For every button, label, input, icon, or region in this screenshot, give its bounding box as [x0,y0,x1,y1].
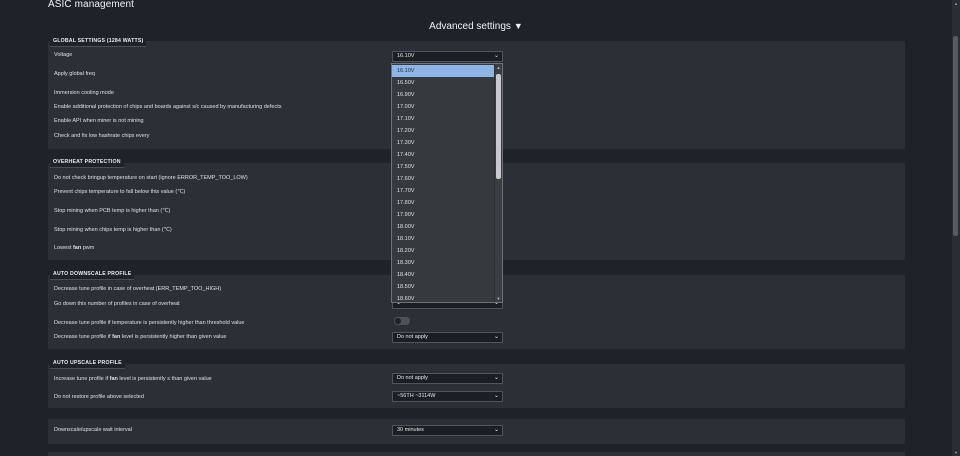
voltage-option[interactable]: 17.50V [392,161,494,173]
lowest-fan-label: Lowest fan pwm [54,244,94,252]
protection-label: Enable additional protection of chips an… [54,104,282,110]
chevron-down-icon: ⌄ [493,393,499,399]
wait-interval-value: 30 minutes [397,427,424,433]
scroll-down-icon[interactable]: ▼ [952,450,960,455]
decrease-fan-value: Do not apply [397,334,428,340]
page-scroll-thumb[interactable] [953,36,958,236]
voltage-dropdown-list[interactable]: 16.10V 16.50V 16.90V 17.00V 17.10V 17.20V 17.3… [391,63,503,303]
scroll-up-icon[interactable]: ▲ [496,65,501,70]
downscale-header: AUTO DOWNSCALE PROFILE [50,269,135,280]
voltage-option[interactable]: 16.90V [392,89,494,101]
prevent-temp-label: Prevent chips temperature to fall below … [54,189,186,195]
voltage-option[interactable]: 18.20V [392,245,494,257]
voltage-option[interactable]: 18.40V [392,269,494,281]
increase-fan-post: level is persistently ≤ than given value [117,376,212,382]
lowest-fan-post: pwm [81,245,95,251]
decrease-temp-label: Decrease tune profile if temperature is … [54,320,245,326]
upscale-header: AUTO UPSCALE PROFILE [50,358,125,369]
voltage-option[interactable]: 17.70V [392,185,494,197]
dropdown-scrollbar[interactable]: ▲ ▼ [494,64,502,302]
voltage-option[interactable]: 17.00V [392,101,494,113]
decrease-fan-select[interactable]: Do not apply ⌄ [392,332,503,343]
go-down-label: Go down this number of profiles in case … [54,301,180,307]
decrease-fan-post: level is persistently higher than given … [120,334,227,340]
pcb-temp-label: Stop mining when PCB temp is higher than… [54,208,171,214]
voltage-option[interactable]: 18.10V [392,233,494,245]
voltage-option[interactable]: 16.10V [392,65,494,77]
increase-fan-select[interactable]: Do not apply ⌄ [392,373,503,384]
voltage-option[interactable]: 18.30V [392,257,494,269]
increase-fan-bold: fan [109,376,118,382]
increase-fan-value: Do not apply [397,375,428,381]
restore-profile-label: Do not restore profile above selected [54,394,144,400]
decrease-fan-pre: Decrease tune profile if [54,334,113,340]
lowest-fan-pre: Lowest [54,245,73,251]
page-title: ASIC management [48,0,134,10]
decrease-overheat-label: Decrease tune profile in case of overhea… [54,286,222,292]
advanced-settings-title: Advanced settings [429,21,511,32]
voltage-option[interactable]: 17.90V [392,209,494,221]
increase-fan-label: Increase tune profile if fan level is pe… [54,375,212,383]
scroll-up-icon[interactable]: ▲ [952,1,960,6]
toggle-knob [395,318,401,324]
voltage-option[interactable]: 17.40V [392,149,494,161]
restore-profile-value: ~56TH ~3114W [397,393,436,399]
immersion-label: Immersion cooling mode [54,90,114,96]
lowest-fan-bold: fan [72,245,82,251]
page-scrollbar[interactable]: ▲ ▼ [952,0,960,456]
voltage-option[interactable]: 18.60V [392,293,494,302]
chevron-down-icon: ⌄ [493,53,499,59]
voltage-select[interactable]: 16.10V ⌄ [392,51,503,62]
caret-down-icon: ▼ [513,21,523,31]
scroll-down-icon[interactable]: ▼ [496,296,501,301]
next-panel-edge [48,452,905,456]
voltage-option[interactable]: 18.50V [392,281,494,293]
chevron-down-icon: ⌄ [493,427,499,433]
chevron-down-icon: ⌄ [493,334,499,340]
voltage-option[interactable]: 18.00V [392,221,494,233]
wait-interval-select[interactable]: 30 minutes ⌄ [392,425,503,436]
wait-interval-label: Downscale/upscale wait interval [54,427,132,433]
global-settings-header: GLOBAL SETTINGS (1284 WATTS) [50,36,147,47]
dropdown-scroll-thumb[interactable] [496,74,501,179]
voltage-label: Voltage [54,52,73,58]
bringup-label: Do not check bringup temperature on star… [54,175,248,181]
chips-temp-label: Stop mining when chips temp is higher th… [54,227,172,233]
apply-freq-label: Apply global freq [54,71,95,77]
voltage-option[interactable]: 16.50V [392,77,494,89]
fix-chips-label: Check and fix low hashrate chips every [54,133,150,139]
chevron-down-icon: ⌄ [493,375,499,381]
decrease-temp-toggle[interactable] [394,317,410,325]
voltage-option[interactable]: 17.20V [392,125,494,137]
advanced-settings-toggle[interactable]: Advanced settings ▼ [0,21,952,32]
voltage-options: 16.10V 16.50V 16.90V 17.00V 17.10V 17.20V 17.3… [392,65,494,302]
overheat-header: OVERHEAT PROTECTION [50,157,124,168]
api-label: Enable API when miner is not mining [54,118,144,124]
voltage-option[interactable]: 17.80V [392,197,494,209]
voltage-option[interactable]: 17.60V [392,173,494,185]
restore-profile-select[interactable]: ~56TH ~3114W ⌄ [392,391,503,402]
voltage-option[interactable]: 17.30V [392,137,494,149]
increase-fan-pre: Increase tune profile if [54,376,110,382]
voltage-select-value: 16.10V [397,53,415,59]
decrease-fan-label: Decrease tune profile if fan level is pe… [54,333,226,341]
voltage-option[interactable]: 17.10V [392,113,494,125]
